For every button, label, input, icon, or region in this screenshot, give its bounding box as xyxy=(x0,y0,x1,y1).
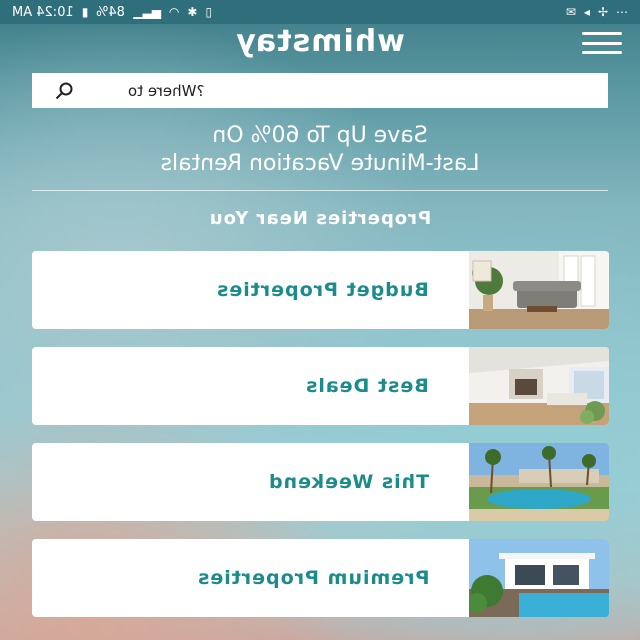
resort-pool-photo xyxy=(469,443,609,521)
living-room-photo xyxy=(469,251,609,329)
battery-icon: ▮ xyxy=(81,5,89,19)
wifi-icon: ◠ xyxy=(168,5,180,19)
status-bar: 10:24 AM ▮ 84% ▁▃▅ ◠ ✱ ▯ ✉ ◂ ✢ ⋯ xyxy=(0,0,640,24)
app-header: whimstay xyxy=(0,24,640,64)
card-premium-properties[interactable]: Premium Properties xyxy=(32,539,609,617)
card-label: Best Deals xyxy=(305,375,429,397)
signal-icon: ▁▃▅ xyxy=(133,5,161,19)
card-this-weekend[interactable]: This Weekend xyxy=(32,443,609,521)
fan-icon: ✢ xyxy=(597,5,608,19)
villa-photo xyxy=(469,539,609,617)
card-label: This Weekend xyxy=(267,471,429,493)
divider xyxy=(32,190,608,191)
section-title: Properties Near You xyxy=(208,208,432,229)
search-bar[interactable] xyxy=(32,73,608,108)
card-label: Budget Properties xyxy=(216,279,429,301)
promo-line-2: Last-Minute Vacation Rentals xyxy=(160,151,480,176)
promo-line-1: Save Up To 60% On xyxy=(212,123,428,148)
card-budget-properties[interactable]: Budget Properties xyxy=(32,251,609,329)
alarm-icon: ◂ xyxy=(583,5,590,19)
search-input[interactable] xyxy=(128,81,588,100)
menu-icon[interactable] xyxy=(582,32,622,54)
app-logo[interactable]: whimstay xyxy=(0,24,640,59)
promo-banner: Save Up To 60% On Last-Minute Vacation R… xyxy=(0,122,640,178)
location-icon: ✉ xyxy=(565,5,576,19)
nfc-icon: ▯ xyxy=(205,5,213,19)
overflow-icon: ⋯ xyxy=(616,5,628,19)
battery-percent: 84% xyxy=(96,4,126,20)
card-label: Premium Properties xyxy=(196,567,429,589)
interior-photo xyxy=(469,347,609,425)
bluetooth-icon: ✱ xyxy=(187,5,198,19)
card-best-deals[interactable]: Best Deals xyxy=(32,347,609,425)
status-time: 10:24 AM xyxy=(12,4,74,20)
search-icon xyxy=(55,82,73,100)
